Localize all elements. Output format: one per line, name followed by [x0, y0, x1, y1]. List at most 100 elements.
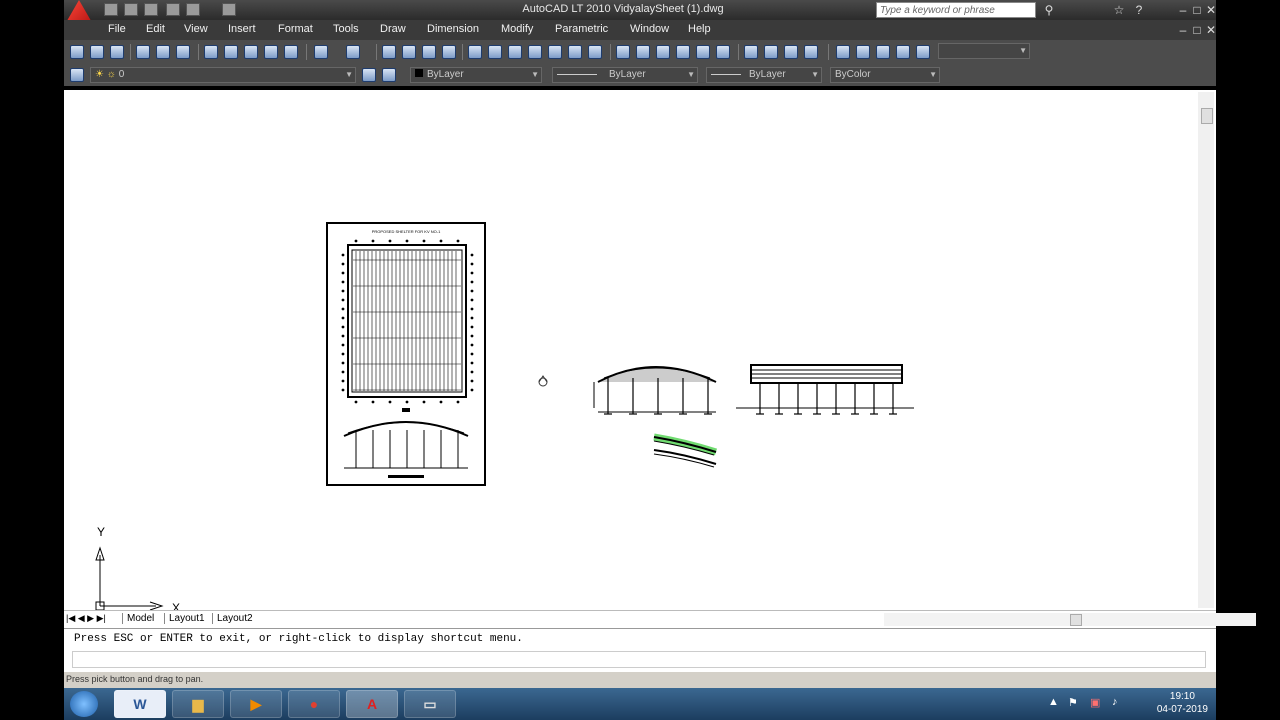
copy-icon[interactable]: [224, 45, 238, 59]
menu-file[interactable]: File: [108, 23, 126, 35]
menu-window[interactable]: Window: [630, 23, 669, 35]
viewport-clip-icon[interactable]: [916, 45, 930, 59]
lineweight-dropdown[interactable]: ByLayer ▼: [706, 67, 822, 83]
dim-ordinate-icon[interactable]: [676, 45, 690, 59]
explorer-app-icon[interactable]: ▆: [172, 690, 224, 718]
parametric-fix-icon[interactable]: [804, 45, 818, 59]
menu-insert[interactable]: Insert: [228, 23, 256, 35]
search-input[interactable]: Type a keyword or phrase: [876, 2, 1036, 18]
viewport-two-icon[interactable]: [856, 45, 870, 59]
horizontal-scrollbar[interactable]: [884, 613, 1256, 626]
dim-diameter-icon[interactable]: [716, 45, 730, 59]
menu-format[interactable]: Format: [278, 23, 313, 35]
calculator-icon[interactable]: [568, 45, 582, 59]
tray-arrow-icon[interactable]: ▲: [1048, 696, 1059, 708]
dim-radius-icon[interactable]: [696, 45, 710, 59]
drawing-area[interactable]: PROPOSED SHELTER FOR KV NO-1 Y X: [64, 90, 1216, 610]
word-app-icon[interactable]: W: [114, 690, 166, 718]
doc-minimize-icon[interactable]: –: [1176, 23, 1190, 37]
dim-aligned-icon[interactable]: [636, 45, 650, 59]
close-icon[interactable]: ✕: [1204, 3, 1218, 17]
menu-edit[interactable]: Edit: [146, 23, 165, 35]
app-window-icon[interactable]: ▭: [404, 690, 456, 718]
dim-arc-icon[interactable]: [656, 45, 670, 59]
save-icon[interactable]: [110, 45, 124, 59]
media-player-app-icon[interactable]: ▶: [230, 690, 282, 718]
network-icon[interactable]: ▣: [1090, 696, 1100, 709]
tab-layout2[interactable]: Layout2: [212, 613, 257, 624]
quick-access-redo-icon[interactable]: [186, 3, 200, 16]
make-current-layer-icon[interactable]: [362, 68, 376, 82]
dim-linear-icon[interactable]: [616, 45, 630, 59]
side-elevation[interactable]: [736, 364, 914, 415]
layer-properties-icon[interactable]: [70, 68, 84, 82]
quick-access-save-icon[interactable]: [144, 3, 158, 16]
viewport-four-icon[interactable]: [896, 45, 910, 59]
binoculars-icon[interactable]: ⚲: [1042, 3, 1056, 17]
plot-preview-icon[interactable]: [156, 45, 170, 59]
markup-icon[interactable]: [548, 45, 562, 59]
zoom-realtime-icon[interactable]: [402, 45, 416, 59]
drawing-sheet[interactable]: PROPOSED SHELTER FOR KV NO-1: [326, 222, 486, 486]
volume-icon[interactable]: ♪: [1112, 696, 1118, 708]
layer-previous-icon[interactable]: [382, 68, 396, 82]
quick-access-open-icon[interactable]: [124, 3, 138, 16]
tool-palettes-icon[interactable]: [508, 45, 522, 59]
viewport-single-icon[interactable]: [836, 45, 850, 59]
tab-layout1[interactable]: Layout1: [164, 613, 209, 624]
plotstyle-dropdown[interactable]: ByColor ▼: [830, 67, 940, 83]
horizontal-scroll-thumb[interactable]: [1070, 614, 1082, 626]
help-icon[interactable]: ?: [1132, 3, 1146, 17]
menu-modify[interactable]: Modify: [501, 23, 533, 35]
publish-icon[interactable]: [176, 45, 190, 59]
quick-access-print-icon[interactable]: [222, 3, 236, 16]
vertical-scroll-thumb[interactable]: [1201, 108, 1213, 124]
open-icon[interactable]: [90, 45, 104, 59]
doc-close-icon[interactable]: ✕: [1204, 23, 1218, 37]
cut-icon[interactable]: [204, 45, 218, 59]
start-button-icon[interactable]: [70, 691, 98, 717]
system-clock[interactable]: 19:10 04-07-2019: [1157, 690, 1208, 716]
autocad-app-icon[interactable]: A: [346, 690, 398, 718]
workspace-dropdown[interactable]: ▼: [938, 43, 1030, 59]
quick-access-undo-icon[interactable]: [166, 3, 180, 16]
front-elevation[interactable]: [593, 366, 717, 415]
pan-icon[interactable]: [382, 45, 396, 59]
plot-icon[interactable]: [136, 45, 150, 59]
parametric-coincident-icon[interactable]: [744, 45, 758, 59]
block-editor-icon[interactable]: [284, 45, 298, 59]
layer-dropdown[interactable]: ☀ ☼ 0 ▼: [90, 67, 356, 83]
match-properties-icon[interactable]: [264, 45, 278, 59]
paste-icon[interactable]: [244, 45, 258, 59]
zoom-window-icon[interactable]: [422, 45, 436, 59]
color-dropdown[interactable]: ByLayer ▼: [410, 67, 542, 83]
undo-icon[interactable]: [314, 45, 328, 59]
command-input[interactable]: [72, 651, 1206, 668]
menu-parametric[interactable]: Parametric: [555, 23, 608, 35]
doc-restore-icon[interactable]: □: [1190, 23, 1204, 37]
parametric-horizontal-icon[interactable]: [764, 45, 778, 59]
star-icon[interactable]: ☆: [1112, 3, 1126, 17]
new-icon[interactable]: [70, 45, 84, 59]
vertical-scrollbar[interactable]: [1198, 92, 1214, 608]
viewport-three-icon[interactable]: [876, 45, 890, 59]
design-center-icon[interactable]: [488, 45, 502, 59]
chrome-app-icon[interactable]: ●: [288, 690, 340, 718]
help-tool-icon[interactable]: [588, 45, 602, 59]
minimize-icon[interactable]: –: [1176, 3, 1190, 17]
tab-nav-arrows-icon[interactable]: |◀ ◀ ▶ ▶|: [66, 613, 106, 624]
menu-tools[interactable]: Tools: [333, 23, 359, 35]
sheet-set-icon[interactable]: [528, 45, 542, 59]
properties-icon[interactable]: [468, 45, 482, 59]
maximize-icon[interactable]: □: [1190, 3, 1204, 17]
arc-truss-detail[interactable]: [653, 433, 718, 468]
menu-view[interactable]: View: [184, 23, 208, 35]
menu-draw[interactable]: Draw: [380, 23, 406, 35]
menu-dimension[interactable]: Dimension: [427, 23, 479, 35]
parametric-vertical-icon[interactable]: [784, 45, 798, 59]
quick-access-new-icon[interactable]: [104, 3, 118, 16]
flag-icon[interactable]: ⚑: [1068, 696, 1078, 709]
menu-help[interactable]: Help: [688, 23, 711, 35]
redo-icon[interactable]: [346, 45, 360, 59]
zoom-previous-icon[interactable]: [442, 45, 456, 59]
